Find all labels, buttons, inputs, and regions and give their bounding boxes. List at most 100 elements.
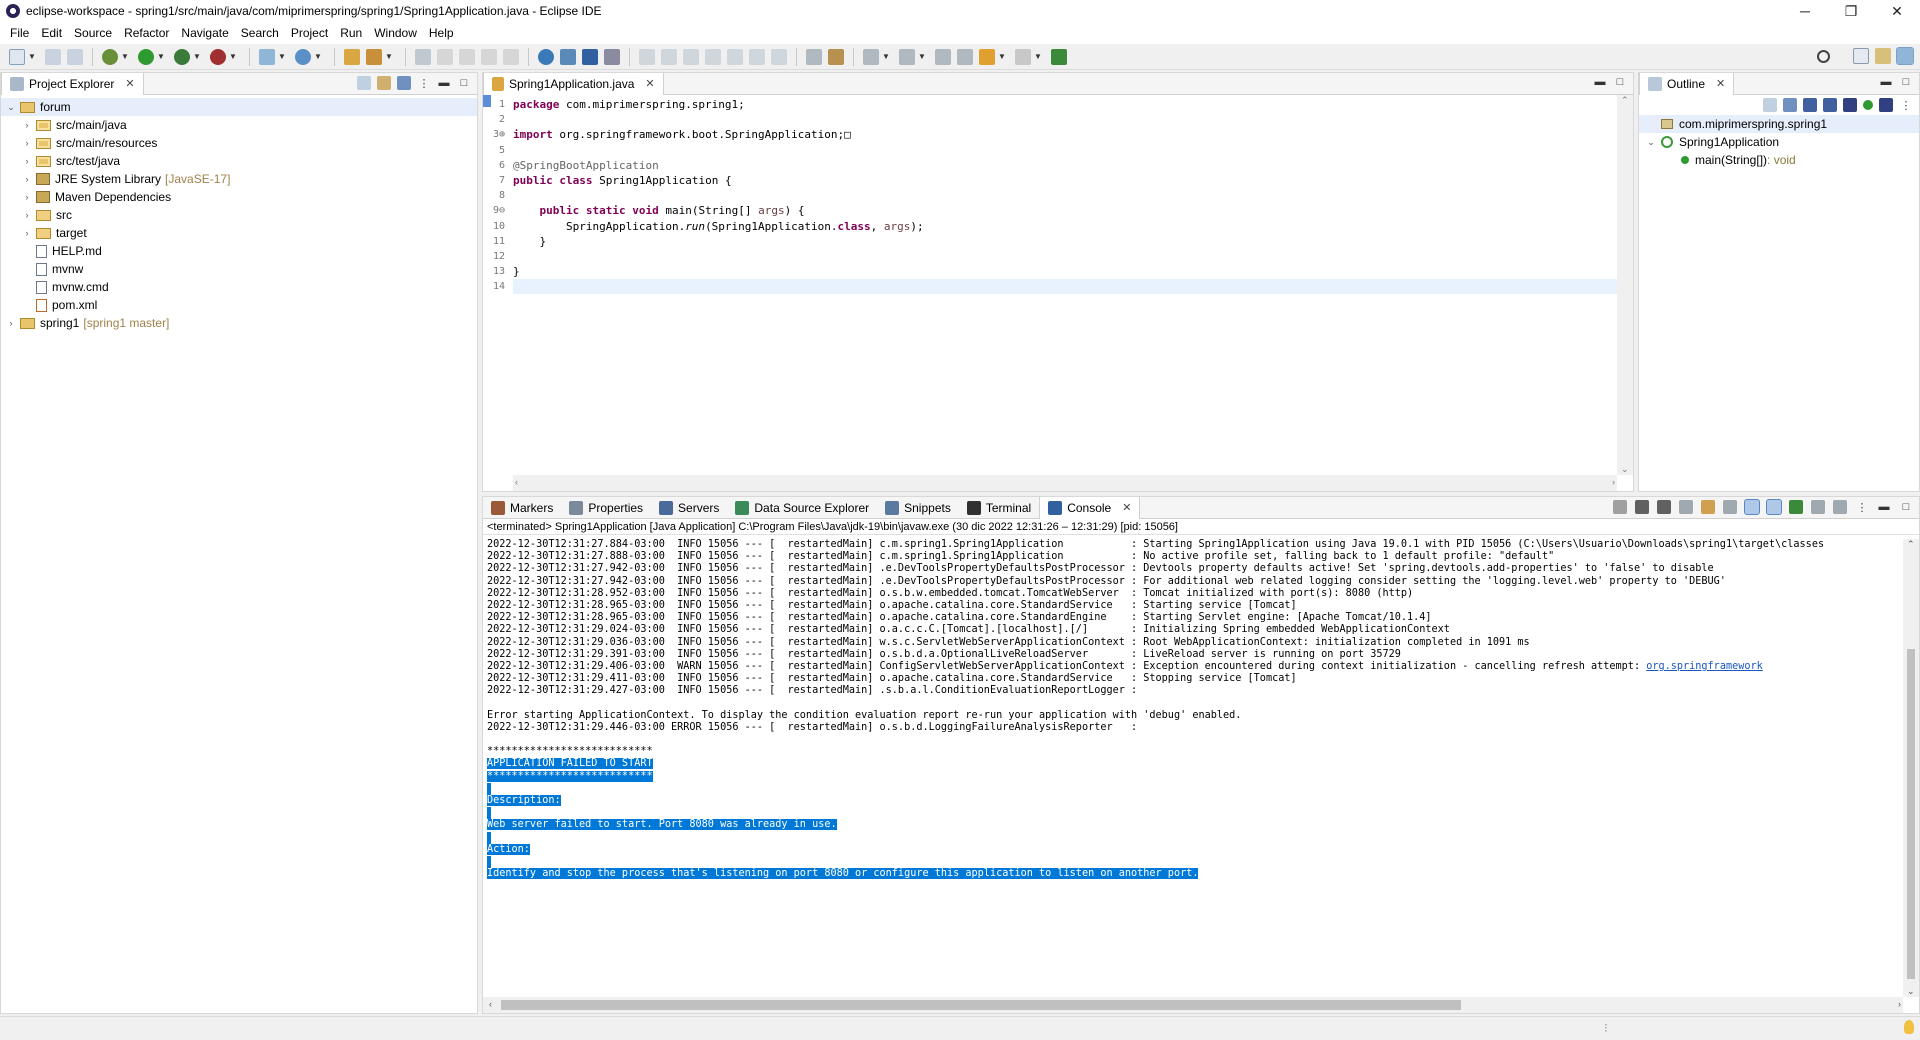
minimize-view-icon[interactable]: ▬: [437, 77, 451, 89]
menu-edit[interactable]: Edit: [35, 26, 68, 40]
chevron-right-icon[interactable]: ›: [5, 318, 17, 328]
terminate-icon[interactable]: [1613, 500, 1627, 514]
globe-icon[interactable]: [538, 48, 554, 65]
close-window-button[interactable]: ✕: [1874, 0, 1920, 22]
disconnect-icon[interactable]: [705, 48, 721, 65]
menu-file[interactable]: File: [4, 26, 35, 40]
lightbulb-icon[interactable]: [1904, 1020, 1914, 1034]
next-annotation-icon[interactable]: [863, 48, 879, 65]
chevron-down-icon[interactable]: ▼: [157, 52, 165, 61]
chevron-down-icon[interactable]: ▼: [385, 52, 393, 61]
scrollbar-thumb[interactable]: [501, 1000, 1461, 1010]
search-toolbar-icon[interactable]: [366, 48, 382, 65]
code-line[interactable]: 3⊕ import org.springframework.boot.Spring…: [493, 127, 1617, 142]
chevron-right-icon[interactable]: ›: [21, 192, 33, 202]
chevron-down-icon[interactable]: ▼: [28, 52, 36, 61]
terminate-icon[interactable]: [683, 48, 699, 65]
tab-snippets[interactable]: Snippets: [877, 497, 959, 519]
outline-item[interactable]: main(String[]) : void: [1639, 151, 1919, 169]
menu-source[interactable]: Source: [68, 26, 118, 40]
menu-window[interactable]: Window: [368, 26, 423, 40]
chevron-down-icon[interactable]: ▼: [278, 52, 286, 61]
menu-run[interactable]: Run: [334, 26, 368, 40]
remove-all-terminated-icon[interactable]: [1657, 500, 1671, 514]
scroll-left-icon[interactable]: ‹: [489, 999, 492, 1009]
tree-item[interactable]: › src/main/resources: [1, 134, 477, 152]
close-icon[interactable]: ✕: [1122, 501, 1131, 514]
save-all-icon[interactable]: [67, 48, 83, 65]
word-wrap-icon[interactable]: [437, 48, 453, 65]
menu-search[interactable]: Search: [235, 26, 285, 40]
view-menu-icon[interactable]: ⋮: [1855, 501, 1869, 514]
toggle-mark-occurrences-icon[interactable]: [415, 48, 431, 65]
web-browser-icon[interactable]: [560, 48, 576, 65]
minimize-button[interactable]: ─: [1782, 0, 1828, 22]
hide-local-types-icon[interactable]: [1863, 100, 1873, 110]
code-line[interactable]: 7 public class Spring1Application {: [499, 173, 1617, 188]
tab-markers[interactable]: Markers: [483, 497, 561, 519]
tree-item[interactable]: pom.xml: [1, 296, 477, 314]
word-wrap-console-icon[interactable]: [1723, 500, 1737, 514]
chevron-down-icon[interactable]: ▼: [193, 52, 201, 61]
view-menu-icon[interactable]: ⋮: [1899, 99, 1913, 112]
tree-item[interactable]: › target: [1, 224, 477, 242]
tree-item[interactable]: › Maven Dependencies: [1, 188, 477, 206]
block-selection-icon[interactable]: [459, 48, 475, 65]
minimize-view-icon[interactable]: ▬: [1593, 76, 1607, 88]
save-icon[interactable]: [45, 48, 61, 65]
tab-outline[interactable]: Outline ✕: [1639, 72, 1735, 95]
chevron-right-icon[interactable]: ›: [21, 210, 33, 220]
tree-item[interactable]: › src/main/java: [1, 116, 477, 134]
code-line[interactable]: 1 package com.miprimerspring.spring1;: [499, 97, 1617, 112]
tab-servers[interactable]: Servers: [651, 497, 727, 519]
chevron-right-icon[interactable]: ›: [21, 120, 33, 130]
suspend-icon[interactable]: [661, 48, 677, 65]
scroll-right-icon[interactable]: ›: [1612, 477, 1615, 487]
hide-static-icon[interactable]: [1823, 98, 1837, 112]
code-line[interactable]: 14: [493, 279, 1617, 295]
code-line[interactable]: 2: [499, 112, 1617, 127]
menu-project[interactable]: Project: [285, 26, 334, 40]
close-icon[interactable]: ✕: [1716, 77, 1725, 90]
minimize-view-icon[interactable]: ▬: [1879, 76, 1893, 88]
open-type-icon[interactable]: [344, 48, 360, 65]
tree-item[interactable]: mvnw: [1, 260, 477, 278]
close-icon[interactable]: ✕: [645, 77, 654, 90]
java-perspective-icon[interactable]: [1896, 47, 1914, 65]
console-output[interactable]: 2022-12-30T12:31:27.884-03:00 INFO 15056…: [487, 539, 1901, 995]
code-line[interactable]: 12: [493, 249, 1617, 264]
hide-non-public-icon[interactable]: [1843, 98, 1857, 112]
chevron-right-icon[interactable]: ›: [21, 174, 33, 184]
open-console-icon[interactable]: [1833, 500, 1847, 514]
scroll-left-icon[interactable]: ‹: [515, 477, 518, 487]
scrollbar-thumb[interactable]: [1907, 649, 1915, 979]
external-tools-icon[interactable]: [210, 48, 226, 65]
step-return-icon[interactable]: [771, 48, 787, 65]
code-line[interactable]: 8: [499, 188, 1617, 203]
tree-item[interactable]: ⌄ forum: [1, 98, 477, 116]
skip-breakpoints-icon[interactable]: [604, 48, 620, 65]
scroll-up-icon[interactable]: ⌃: [1621, 95, 1629, 106]
show-console-on-stderr-icon[interactable]: [1766, 499, 1782, 515]
tree-item[interactable]: › JRE System Library [JavaSE-17]: [1, 170, 477, 188]
tab-spring1application-java[interactable]: Spring1Application.java ✕: [483, 72, 664, 95]
tree-item[interactable]: mvnw.cmd: [1, 278, 477, 296]
step-over-icon[interactable]: [749, 48, 765, 65]
menu-refactor[interactable]: Refactor: [118, 26, 175, 40]
scroll-right-icon[interactable]: ›: [1898, 999, 1901, 1009]
paragraph-icon[interactable]: [503, 48, 519, 65]
scroll-up-icon[interactable]: ⌃: [1907, 539, 1915, 550]
chevron-down-icon[interactable]: ⌄: [5, 102, 17, 113]
previous-annotation-icon[interactable]: [899, 48, 915, 65]
show-whitespace-icon[interactable]: [481, 48, 497, 65]
search-icon[interactable]: [1817, 49, 1830, 63]
chevron-right-icon[interactable]: ›: [21, 156, 33, 166]
scroll-lock-icon[interactable]: [1701, 500, 1715, 514]
tree-item[interactable]: › src: [1, 206, 477, 224]
open-perspective-icon[interactable]: [1853, 48, 1869, 64]
debug-icon[interactable]: [102, 48, 118, 65]
new-class-icon[interactable]: [295, 48, 311, 65]
code-editor[interactable]: 1 package com.miprimerspring.spring1; 2 3⊕ i…: [483, 95, 1633, 491]
coverage-icon[interactable]: [174, 48, 190, 65]
chevron-down-icon[interactable]: ▼: [882, 52, 890, 61]
